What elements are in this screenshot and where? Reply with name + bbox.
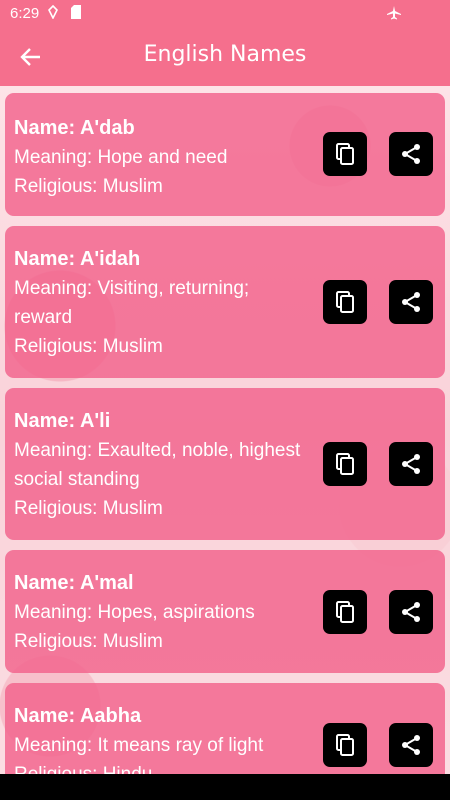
copy-icon bbox=[336, 734, 354, 756]
copy-button[interactable] bbox=[323, 442, 367, 486]
name-card-text: Name: A'li Meaning: Exaulted, noble, hig… bbox=[14, 406, 304, 523]
copy-button[interactable] bbox=[323, 723, 367, 767]
name-card: Name: A'dab Meaning: Hope and need Relig… bbox=[5, 93, 445, 216]
system-navigation-bar bbox=[0, 774, 450, 800]
share-icon bbox=[402, 602, 420, 622]
religious-label: Religious: Muslim bbox=[14, 631, 163, 652]
copy-button[interactable] bbox=[323, 590, 367, 634]
name-card: Name: A'mal Meaning: Hopes, aspirations … bbox=[5, 550, 445, 673]
sd-card-icon bbox=[70, 5, 82, 22]
copy-icon bbox=[336, 291, 354, 313]
share-button[interactable] bbox=[389, 442, 433, 486]
status-bar: 6:29 bbox=[0, 0, 450, 28]
name-label: Name: A'idah bbox=[14, 248, 141, 270]
name-label: Name: A'dab bbox=[14, 117, 135, 139]
copy-icon bbox=[336, 453, 354, 475]
meaning-label: Meaning: Visiting, returning; reward bbox=[14, 278, 250, 328]
religious-label: Religious: Hindu bbox=[14, 760, 304, 774]
meaning-label: Meaning: It means ray of light bbox=[14, 735, 264, 756]
page-title: English Names bbox=[143, 42, 307, 67]
share-icon bbox=[402, 454, 420, 474]
copy-button[interactable] bbox=[323, 280, 367, 324]
name-label: Name: Aabha bbox=[14, 705, 142, 727]
name-card: Name: A'li Meaning: Exaulted, noble, hig… bbox=[5, 388, 445, 540]
meaning-label: Meaning: Exaulted, noble, highest social… bbox=[14, 440, 301, 490]
name-card: Name: A'idah Meaning: Visiting, returnin… bbox=[5, 226, 445, 378]
religious-label: Religious: Muslim bbox=[14, 176, 163, 197]
share-icon bbox=[402, 735, 420, 755]
meaning-label: Meaning: Hope and need bbox=[14, 147, 228, 168]
app-bar: English Names bbox=[0, 28, 450, 86]
share-button[interactable] bbox=[389, 132, 433, 176]
name-card-text: Name: Aabha Meaning: It means ray of lig… bbox=[14, 701, 304, 774]
share-button[interactable] bbox=[389, 723, 433, 767]
status-time: 6:29 bbox=[10, 5, 40, 22]
name-card-text: Name: A'dab Meaning: Hope and need Relig… bbox=[14, 113, 304, 201]
copy-icon bbox=[336, 143, 354, 165]
copy-button[interactable] bbox=[323, 132, 367, 176]
name-label: Name: A'li bbox=[14, 410, 111, 432]
share-button[interactable] bbox=[389, 280, 433, 324]
share-icon bbox=[402, 144, 420, 164]
names-list[interactable]: Name: A'dab Meaning: Hope and need Relig… bbox=[0, 86, 450, 774]
name-label: Name: A'mal bbox=[14, 572, 134, 594]
share-icon bbox=[402, 292, 420, 312]
name-card: Name: Aabha Meaning: It means ray of lig… bbox=[5, 683, 445, 774]
location-icon bbox=[47, 4, 59, 22]
religious-label: Religious: Muslim bbox=[14, 498, 163, 519]
airplane-mode-icon bbox=[386, 5, 402, 24]
meaning-label: Meaning: Hopes, aspirations bbox=[14, 602, 255, 623]
name-card-text: Name: A'idah Meaning: Visiting, returnin… bbox=[14, 244, 304, 361]
religious-label: Religious: Muslim bbox=[14, 336, 163, 357]
name-card-text: Name: A'mal Meaning: Hopes, aspirations … bbox=[14, 568, 304, 656]
share-button[interactable] bbox=[389, 590, 433, 634]
copy-icon bbox=[336, 601, 354, 623]
